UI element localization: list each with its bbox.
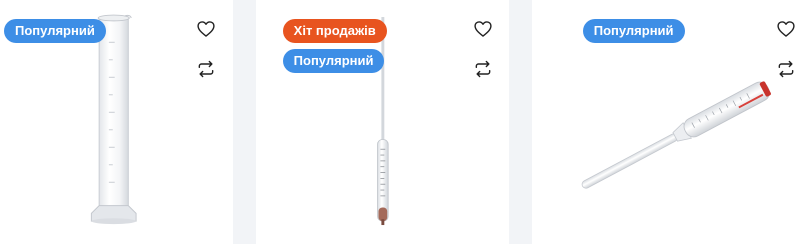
heart-icon [777,21,795,37]
wishlist-button[interactable] [195,18,217,40]
wishlist-button[interactable] [472,18,494,40]
card-actions [195,18,217,80]
product-card[interactable]: Хіт продажів Популярний [255,0,510,244]
badge-popular: Популярний [582,19,685,43]
product-card[interactable]: Популярний [0,0,234,244]
compare-arrows-icon [198,60,214,78]
heart-icon [474,21,492,37]
grid-gutter [509,0,532,244]
compare-button[interactable] [775,58,797,80]
badge-list: Популярний [4,19,106,43]
badge-popular: Популярний [282,49,385,73]
badge-list: Популярний [582,19,685,43]
badge-popular: Популярний [4,19,106,43]
product-grid: Популярний Хіт продажів Популярний Попул… [0,0,800,244]
heart-icon [197,21,215,37]
card-actions [775,18,797,80]
wishlist-button[interactable] [775,18,797,40]
badge-bestseller: Хіт продажів [282,19,387,43]
badge-list: Хіт продажів Популярний [282,19,387,73]
compare-button[interactable] [195,58,217,80]
compare-arrows-icon [778,60,794,78]
product-card[interactable]: Популярний [531,0,800,244]
compare-arrows-icon [475,60,491,78]
grid-gutter [233,0,256,244]
card-actions [472,18,494,80]
compare-button[interactable] [472,58,494,80]
